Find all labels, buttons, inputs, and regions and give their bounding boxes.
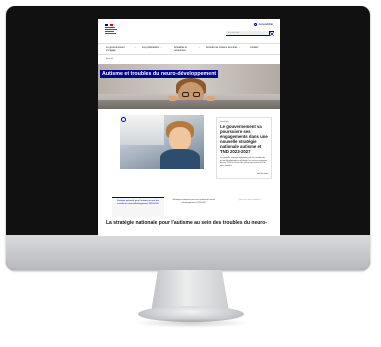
search-input[interactable]: Rechercher (226, 31, 269, 36)
accessibility-icon (253, 23, 257, 26)
monitor-stand-neck (151, 270, 229, 310)
section-title: La stratégie nationale pour l'autisme au… (106, 220, 267, 226)
card-description: La nouvelle stratégie nationale pour les… (220, 157, 268, 167)
tab-label: Qu'est-ce que l'autisme ? (238, 199, 262, 201)
monitor-chin (6, 235, 370, 270)
tab-strategie-2023[interactable]: Stratégie nationale pour les troubles du… (168, 197, 220, 217)
hero-child-hand (206, 96, 215, 101)
nav-item-label: Actualités et ressources (174, 46, 188, 52)
nav-item-label: Contact (250, 46, 259, 49)
chevron-down-icon: ⌄ (134, 47, 136, 49)
monitor: Accessibilité Rechercher Le gouvernement… (6, 6, 370, 270)
tab-strategie-2018[interactable]: Stratégie nationale pour l'autisme au se… (112, 197, 164, 217)
chevron-down-icon: ⌄ (198, 47, 200, 49)
main-nav: Le gouvernement s'engage ⌄ Les publicati… (98, 43, 280, 55)
news-card[interactable]: Stratégie Le gouvernement va poursuivre … (216, 117, 272, 179)
nav-item-publications[interactable]: Les publications ⌄ (142, 46, 168, 50)
card-tag: Stratégie (220, 121, 229, 123)
tricolor-flag-icon (105, 24, 114, 26)
tab-label: Stratégie nationale pour l'autisme au se… (117, 200, 159, 205)
tab-autisme[interactable]: Qu'est-ce que l'autisme ? (224, 197, 276, 217)
play-icon[interactable] (121, 117, 126, 122)
chevron-down-icon: ⌄ (160, 47, 162, 49)
card-photo[interactable] (120, 115, 204, 169)
hero-child-hand (168, 96, 177, 101)
site-header: Accessibilité Rechercher (98, 19, 280, 43)
nav-item-contact[interactable]: Contact (250, 46, 274, 50)
screen: Accessibilité Rechercher Le gouvernement… (98, 19, 280, 236)
glasses-icon (182, 92, 200, 97)
breadcrumb[interactable]: Accueil (106, 58, 113, 60)
hero-banner: Autisme et troubles du neuro-développeme… (98, 64, 280, 109)
search-icon[interactable] (269, 31, 275, 36)
monitor-stand-shadow (132, 318, 250, 328)
marianne-logo[interactable] (105, 24, 119, 37)
hero-ledge (98, 100, 280, 109)
nav-item-gouvernement[interactable]: Le gouvernement s'engage ⌄ (106, 46, 136, 53)
accessibility-link[interactable]: Accessibilité (253, 23, 273, 26)
tab-label: Stratégie nationale pour les troubles du… (172, 199, 216, 204)
accessibility-label: Accessibilité (258, 23, 273, 26)
nav-item-sites[interactable]: Accéder au contenu des sites ⌄ (206, 46, 242, 50)
page-title: Autisme et troubles du neuro-développeme… (100, 70, 219, 78)
chevron-down-icon: ⌄ (238, 47, 241, 49)
search-bar[interactable]: Rechercher (226, 31, 275, 36)
nav-item-label: Le gouvernement s'engage (106, 46, 125, 52)
nav-item-label: Les publications (142, 46, 160, 49)
nav-item-actualites[interactable]: Actualités et ressources ⌄ (174, 46, 200, 53)
card-title[interactable]: Le gouvernement va poursuivre ses engage… (220, 124, 268, 154)
card-read-more[interactable]: Lire la suite (257, 173, 268, 175)
nav-item-label: Accéder au contenu des sites (206, 46, 238, 49)
strategy-tabs: Stratégie nationale pour l'autisme au se… (106, 197, 276, 217)
